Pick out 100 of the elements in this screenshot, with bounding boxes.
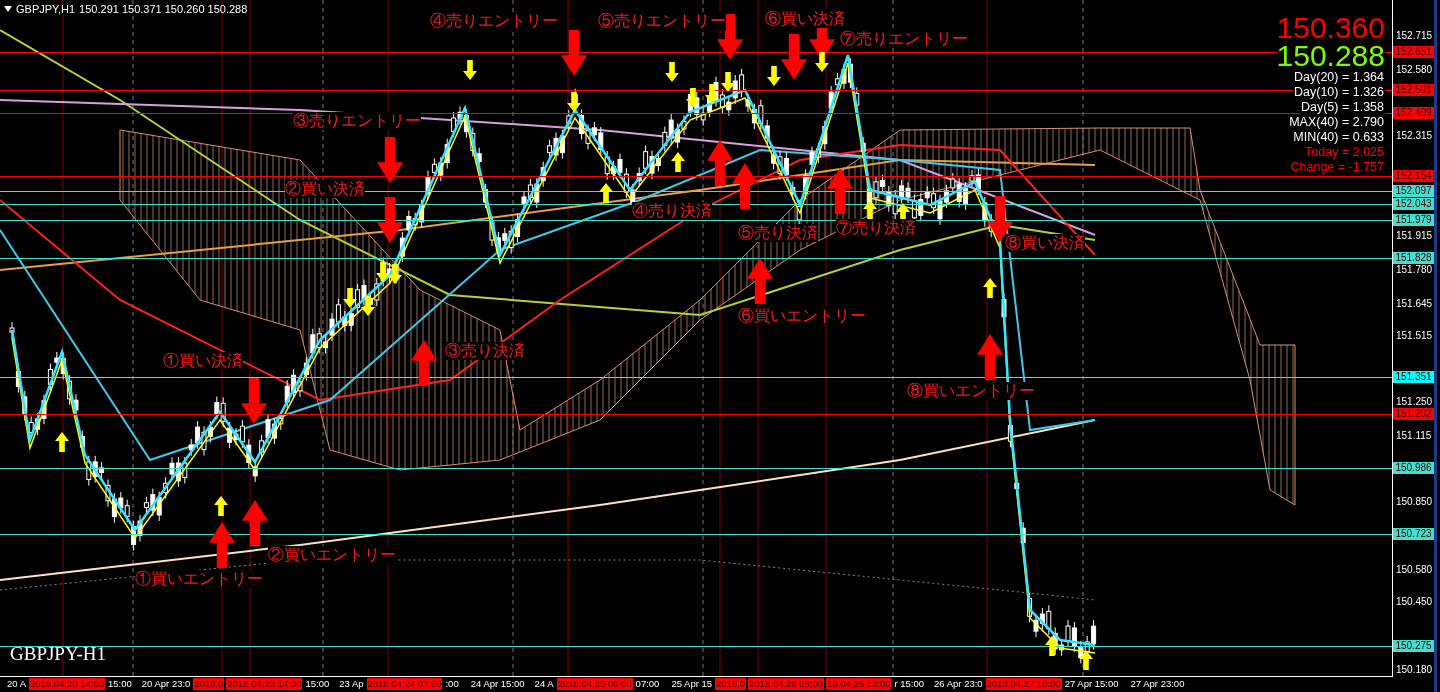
down-arrow-icon: [343, 288, 357, 308]
range-stat: Day(20) = 1.364: [1293, 70, 1385, 85]
time-marker-label: 18.04.26 13:00: [826, 678, 892, 690]
price-level-label: 152.043: [1393, 198, 1434, 210]
time-axis-label: 24 Apr 15:00: [469, 678, 526, 690]
time-axis-label: 20 A: [6, 678, 28, 690]
price-level-label: 150.723: [1393, 528, 1434, 540]
up-arrow-icon: [242, 500, 268, 546]
down-arrow-icon: [463, 60, 477, 80]
price-level-label: 152.501: [1393, 83, 1434, 96]
price-level-label: 151.979: [1393, 214, 1434, 226]
time-axis-label: 20 Apr 23:0: [140, 678, 192, 690]
time-axis-label: 23 Ap: [338, 678, 365, 690]
price-level-label: 152.409: [1393, 106, 1434, 119]
time-axis-label: 25 Apr 15: [670, 678, 714, 690]
price-level-label: 150.986: [1393, 462, 1434, 475]
range-stat: Day(5) = 1.358: [1299, 100, 1385, 115]
chart-quotes: 150.291 150.371 150.260 150.288: [79, 2, 248, 16]
time-axis-label: 27 Apr 15:00: [1063, 678, 1120, 690]
signal-label: ⑥買いエントリー: [738, 307, 866, 325]
time-axis-label: 15:00: [107, 678, 133, 690]
up-arrow-icon: [863, 200, 877, 220]
time-axis-label: 15:00: [304, 678, 331, 690]
down-arrow-icon: [561, 30, 587, 76]
price-level-label: 152.651: [1393, 46, 1434, 58]
time-marker-label: 2018.04.25 06:00: [556, 678, 633, 690]
price-tick-label: 151.780: [1396, 263, 1433, 276]
up-arrow-icon: [827, 168, 853, 214]
up-arrow-icon: [747, 258, 773, 304]
up-arrow-icon: [732, 163, 758, 209]
chart-watermark-label: GBPJPY-H1: [10, 642, 107, 666]
signal-label: ③売りエントリー: [293, 112, 421, 130]
price-tick-label: 150.180: [1396, 663, 1433, 676]
time-marker-label: 2018.04.26 05:00: [748, 678, 825, 690]
price-tick-label: 152.715: [1396, 30, 1433, 42]
up-arrow-icon: [671, 152, 685, 172]
up-arrow-icon: [209, 522, 235, 568]
time-marker-label: 2018.04.24 07:00: [366, 678, 443, 690]
price-level-label: 152.154: [1393, 170, 1434, 183]
price-tick-label: 150.580: [1396, 563, 1433, 576]
price-tick-label: 152.580: [1396, 63, 1433, 76]
price-tick-label: 151.250: [1396, 396, 1433, 409]
time-marker-label: 2018.04.20 14:00: [29, 678, 105, 690]
up-arrow-icon: [707, 140, 733, 186]
up-arrow-icon: [411, 340, 437, 386]
range-stat: MIN(40) = 0.633: [1292, 130, 1385, 145]
time-axis-label: 07:00: [634, 678, 661, 690]
signal-label: ⑤売りエントリー: [598, 12, 726, 30]
price-tick-label: 151.645: [1396, 297, 1433, 310]
range-stat: Today = 2.025: [1304, 145, 1385, 160]
time-axis-label: 27 Apr 23:00: [1129, 678, 1186, 690]
time-marker-label: 2018.0: [715, 678, 747, 690]
price-tick-label: 151.915: [1396, 230, 1433, 242]
signal-label: ⑧買いエントリー: [907, 382, 1035, 400]
signal-label: ④売りエントリー: [430, 12, 558, 30]
signal-label: ①買いエントリー: [135, 570, 263, 588]
signal-label: ⑦売りエントリー: [840, 30, 968, 48]
down-arrow-icon: [361, 296, 375, 316]
signal-label: ⑧買い決済: [1005, 234, 1085, 252]
down-arrow-icon: [717, 14, 743, 60]
up-arrow-icon: [55, 432, 69, 452]
dropdown-triangle-icon[interactable]: [4, 6, 12, 12]
down-arrow-icon: [567, 92, 581, 112]
range-stat: Change = -1.757: [1289, 160, 1385, 175]
signal-label: ③売り決済: [445, 342, 525, 360]
down-arrow-icon: [241, 378, 267, 424]
range-stat: MAX(40) = 2.790: [1288, 115, 1385, 130]
time-axis-label: 24 A: [533, 678, 555, 690]
price-level-label: 151.202: [1393, 408, 1434, 421]
signal-label: ⑥買い決済: [765, 10, 845, 28]
price-level-label: 151.828: [1393, 251, 1434, 264]
price-level-label: 151.351: [1393, 371, 1434, 383]
down-arrow-icon: [377, 137, 403, 183]
time-axis-label: r 15:00: [893, 678, 926, 690]
price-tick-label: 151.115: [1396, 430, 1432, 442]
up-arrow-icon: [599, 183, 613, 203]
price-tick-label: 152.315: [1396, 130, 1433, 142]
time-marker-label: 2018.04.27 10:00: [985, 678, 1062, 690]
up-arrow-icon: [214, 496, 228, 516]
down-arrow-icon: [686, 88, 700, 108]
up-arrow-icon: [983, 278, 997, 298]
down-arrow-icon: [665, 62, 679, 82]
down-arrow-icon: [721, 72, 735, 92]
price-level-label: 152.097: [1393, 184, 1434, 197]
price-level-label: 150.275: [1393, 640, 1434, 652]
time-marker-label: 2018.0: [193, 678, 225, 690]
up-arrow-icon: [1045, 636, 1059, 656]
down-arrow-icon: [377, 197, 403, 243]
time-axis-label: 26 Apr 23:0: [933, 678, 984, 690]
down-arrow-icon: [705, 84, 719, 104]
price-tick-label: 150.450: [1396, 596, 1433, 609]
signal-label: ⑤売り決済: [738, 224, 818, 242]
signal-label: ⑦売り決済: [836, 219, 916, 237]
down-arrow-icon: [388, 264, 402, 284]
up-arrow-icon: [1079, 650, 1093, 670]
signal-label: ①買い決済: [163, 352, 243, 370]
signal-label: ②買い決済: [285, 180, 365, 198]
signal-label: ②買いエントリー: [268, 546, 396, 564]
time-marker-label: 2018.04.23 14:00: [226, 678, 303, 690]
chart-symbol: GBPJPY,H1: [16, 2, 76, 16]
